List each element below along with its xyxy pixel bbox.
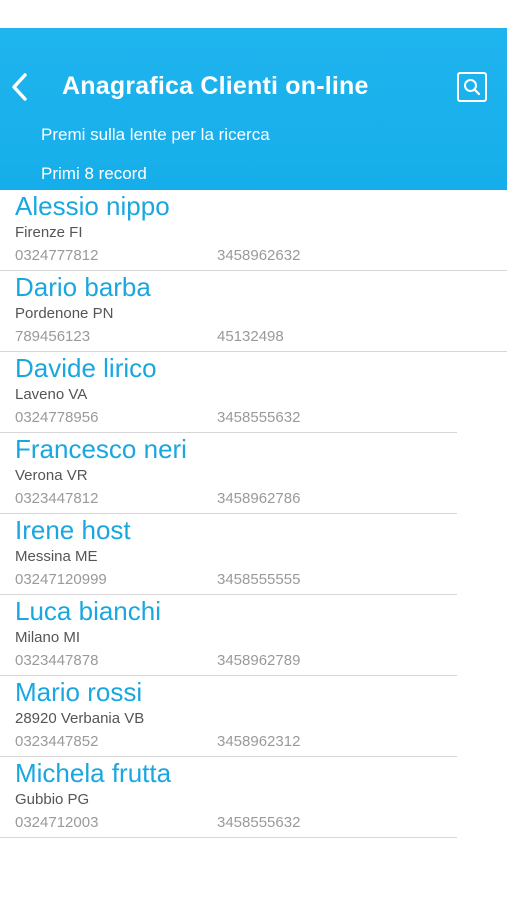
back-button[interactable] [6,68,32,106]
client-mobile: 3458962789 [217,652,301,669]
page-title: Anagrafica Clienti on-line [62,72,369,100]
client-city: Laveno VA [15,386,88,403]
client-mobile: 3458555555 [217,571,301,588]
client-phone: 03247120999 [15,571,107,588]
client-city: Verona VR [15,467,88,484]
chevron-left-icon [12,73,27,101]
client-city: Messina ME [15,548,98,565]
client-city: Firenze FI [15,224,83,241]
list-item[interactable]: Luca bianchi Milano MI 0323447878 345896… [0,595,507,676]
list-item[interactable]: Mario rossi 28920 Verbania VB 0323447852… [0,676,507,757]
client-mobile: 45132498 [217,328,284,345]
list-item[interactable]: Dario barba Pordenone PN 789456123 45132… [0,271,507,352]
client-city: Pordenone PN [15,305,114,322]
client-mobile: 3458962632 [217,247,301,264]
record-count: Primi 8 record [41,164,147,183]
search-button[interactable] [457,72,487,102]
client-mobile: 3458555632 [217,814,301,831]
client-name: Alessio nippo [15,191,170,221]
client-phone: 0324712003 [15,814,99,831]
client-mobile: 3458962312 [217,733,301,750]
client-mobile: 3458962786 [217,490,301,507]
header: Anagrafica Clienti on-line Premi sulla l… [0,28,507,190]
client-phone: 0324777812 [15,247,99,264]
status-bar [0,0,507,28]
client-list: Alessio nippo Firenze FI 0324777812 3458… [0,190,507,838]
client-mobile: 3458555632 [217,409,301,426]
client-name: Dario barba [15,272,151,302]
list-item[interactable]: Alessio nippo Firenze FI 0324777812 3458… [0,190,507,271]
client-phone: 0323447812 [15,490,99,507]
list-item[interactable]: Francesco neri Verona VR 0323447812 3458… [0,433,507,514]
list-item[interactable]: Davide lirico Laveno VA 0324778956 34585… [0,352,507,433]
client-phone: 0324778956 [15,409,99,426]
search-hint: Premi sulla lente per la ricerca [41,125,270,144]
client-phone: 0323447878 [15,652,99,669]
client-city: Gubbio PG [15,791,90,808]
client-phone: 0323447852 [15,733,99,750]
search-icon [464,79,481,96]
client-city: 28920 Verbania VB [15,710,145,727]
list-item[interactable]: Michela frutta Gubbio PG 0324712003 3458… [0,757,507,838]
client-name: Irene host [15,515,131,545]
client-name: Mario rossi [15,677,143,707]
client-phone: 789456123 [15,328,91,345]
client-name: Michela frutta [15,758,172,788]
divider [0,837,457,838]
client-name: Luca bianchi [15,596,161,626]
client-name: Francesco neri [15,434,187,464]
list-item[interactable]: Irene host Messina ME 03247120999 345855… [0,514,507,595]
client-name: Davide lirico [15,353,157,383]
client-city: Milano MI [15,629,81,646]
